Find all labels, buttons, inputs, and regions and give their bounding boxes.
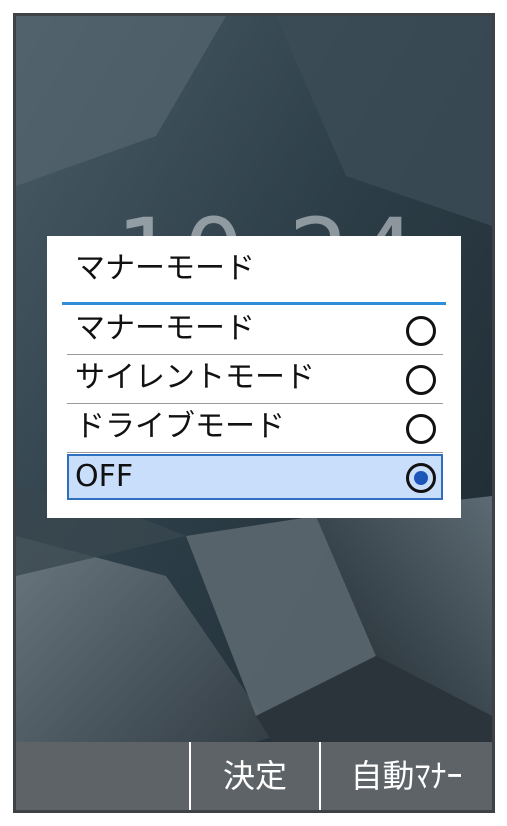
option-silent-mode[interactable]: サイレントモード	[67, 355, 443, 404]
radio-checked-icon[interactable]	[406, 463, 436, 493]
radio-dot-icon	[414, 471, 428, 485]
softkey-auto-manner[interactable]: 自動ﾏﾅｰ	[321, 742, 492, 810]
softkey-left[interactable]	[16, 742, 189, 810]
option-label: サイレントモード	[75, 360, 315, 395]
title-divider	[62, 302, 446, 305]
phone-screen: 10:24 マナーモード マナーモード サイレントモード ドライブモード OFF	[13, 13, 495, 813]
manner-mode-dialog: マナーモード マナーモード サイレントモード ドライブモード OFF	[47, 236, 461, 518]
option-off[interactable]: OFF	[67, 454, 443, 500]
softkey-confirm[interactable]: 決定	[191, 742, 319, 810]
radio-unchecked-icon[interactable]	[406, 365, 436, 395]
option-label: マナーモード	[75, 311, 255, 346]
option-label: OFF	[75, 459, 134, 494]
dialog-title: マナーモード	[75, 251, 255, 286]
radio-unchecked-icon[interactable]	[406, 414, 436, 444]
softkey-bar: 決定 自動ﾏﾅｰ	[16, 742, 492, 810]
mode-options-list: マナーモード サイレントモード ドライブモード OFF	[67, 306, 443, 500]
option-drive-mode[interactable]: ドライブモード	[67, 404, 443, 453]
option-manner-mode[interactable]: マナーモード	[67, 306, 443, 355]
radio-unchecked-icon[interactable]	[406, 316, 436, 346]
option-label: ドライブモード	[75, 409, 285, 444]
